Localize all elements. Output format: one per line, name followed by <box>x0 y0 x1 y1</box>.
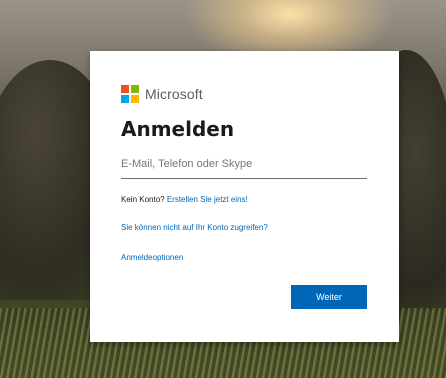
brand: Microsoft <box>121 85 203 103</box>
microsoft-logo-icon <box>121 85 139 103</box>
account-field <box>121 152 367 179</box>
logo-square-yellow <box>131 95 139 103</box>
signin-options-link[interactable]: Anmeldeoptionen <box>121 253 183 262</box>
page-title: Anmelden <box>121 117 235 141</box>
create-account-link[interactable]: Erstellen Sie jetzt eins! <box>167 195 248 204</box>
signin-card: Microsoft Anmelden Kein Konto? Erstellen… <box>90 51 399 342</box>
cant-access-account-link[interactable]: Sie können nicht auf Ihr Konto zugreifen… <box>121 223 268 232</box>
signin-options-line: Anmeldeoptionen <box>121 253 183 262</box>
brand-name: Microsoft <box>145 86 203 102</box>
logo-square-blue <box>121 95 129 103</box>
account-input[interactable] <box>121 152 367 176</box>
cant-access-line: Sie können nicht auf Ihr Konto zugreifen… <box>121 223 268 232</box>
no-account-line: Kein Konto? Erstellen Sie jetzt eins! <box>121 195 248 204</box>
no-account-text: Kein Konto? <box>121 195 165 204</box>
logo-square-red <box>121 85 129 93</box>
logo-square-green <box>131 85 139 93</box>
next-button[interactable]: Weiter <box>291 285 367 309</box>
